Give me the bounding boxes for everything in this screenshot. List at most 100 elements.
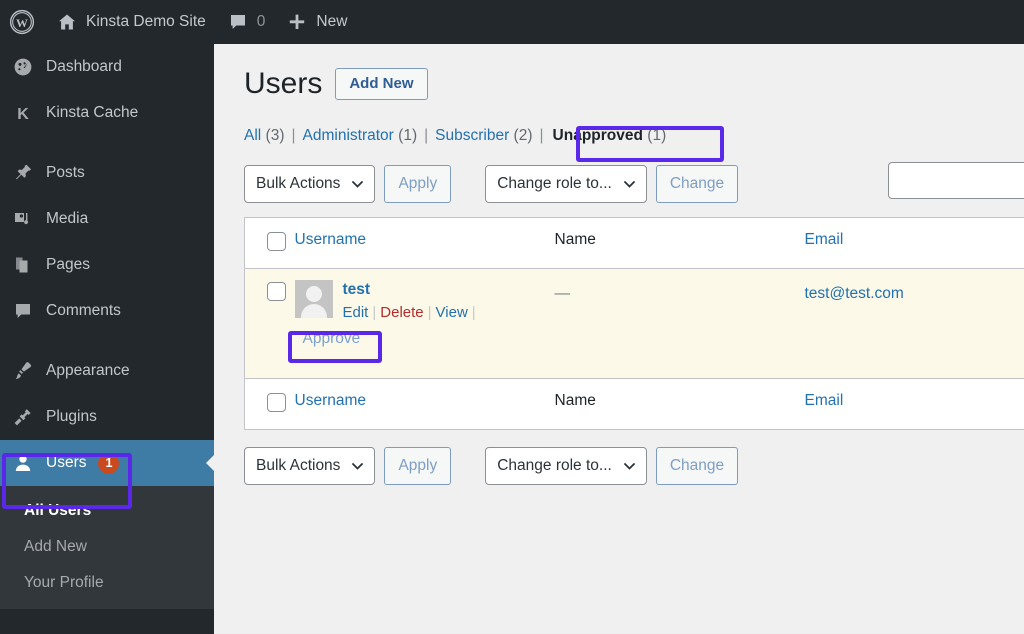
- users-table-foot: Username Name Email: [244, 378, 1024, 430]
- select-all-checkbox-bottom[interactable]: [267, 393, 286, 412]
- paintbrush-icon: [12, 360, 34, 382]
- main-content: Users Add New All (3) | Administrator (1…: [214, 44, 1024, 634]
- sidebar-item-label: Kinsta Cache: [46, 104, 139, 121]
- change-role-button-bottom[interactable]: Change: [655, 447, 739, 485]
- column-header-email: Email: [804, 217, 1024, 269]
- sidebar-item-appearance[interactable]: Appearance: [0, 348, 214, 394]
- filter-subscriber-count: (2): [513, 127, 533, 144]
- sidebar-item-label: Pages: [46, 256, 90, 273]
- filter-unapproved[interactable]: Unapproved (1): [553, 127, 667, 145]
- bulk-actions-select-bottom[interactable]: Bulk Actions: [244, 447, 376, 485]
- sidebar-item-label: Plugins: [46, 408, 97, 425]
- username-link[interactable]: test: [343, 280, 480, 300]
- kinsta-k-icon: K: [12, 102, 34, 124]
- submenu-item-all-users[interactable]: All Users: [0, 493, 214, 529]
- chevron-down-icon: [352, 181, 364, 188]
- filter-all-count: (3): [265, 127, 285, 144]
- sort-username-link-bottom[interactable]: Username: [295, 392, 367, 409]
- sort-email-link-bottom[interactable]: Email: [805, 392, 844, 409]
- row-name-cell: —: [555, 269, 805, 379]
- sidebar-item-label: Comments: [46, 302, 121, 319]
- column-name-label: Name: [554, 231, 596, 248]
- admin-bar: W Kinsta Demo Site 0 New: [0, 0, 1024, 44]
- sort-email-link[interactable]: Email: [805, 231, 844, 248]
- sidebar-separator: [0, 136, 214, 150]
- change-role-select-top[interactable]: Change role to...: [485, 165, 647, 203]
- user-avatar-placeholder-icon: [294, 280, 333, 318]
- sort-username-link[interactable]: Username: [295, 231, 367, 248]
- add-new-button[interactable]: Add New: [335, 68, 428, 100]
- site-name-label: Kinsta Demo Site: [86, 13, 206, 30]
- sidebar-item-plugins[interactable]: Plugins: [0, 394, 214, 440]
- search-input[interactable]: [888, 162, 1024, 199]
- sidebar-item-users[interactable]: Users 1: [0, 440, 215, 486]
- delete-link[interactable]: Delete: [380, 304, 423, 321]
- sidebar-separator: [0, 334, 214, 348]
- comments-button[interactable]: 0: [217, 0, 277, 44]
- filter-separator: |: [291, 127, 296, 144]
- submenu-item-your-profile[interactable]: Your Profile: [0, 565, 214, 601]
- plus-icon: [287, 12, 307, 32]
- column-header-username: Username: [294, 217, 555, 269]
- filter-administrator-link[interactable]: Administrator: [303, 127, 394, 144]
- filter-all[interactable]: All (3): [244, 127, 285, 145]
- filter-separator: |: [539, 127, 544, 144]
- filter-all-link[interactable]: All: [244, 127, 261, 144]
- bulk-actions-select-top[interactable]: Bulk Actions: [244, 165, 376, 203]
- row-email-cell: test@test.com: [805, 269, 1024, 379]
- page-header: Users Add New: [244, 66, 1024, 102]
- filter-separator: |: [424, 127, 429, 144]
- chevron-down-icon: [623, 463, 635, 470]
- svg-text:W: W: [16, 16, 28, 30]
- edit-link[interactable]: Edit: [343, 304, 369, 321]
- users-table: Username Name Email test Edit | Delete |…: [244, 217, 1024, 430]
- row-select-cell: [245, 269, 295, 379]
- column-footer-email: Email: [804, 378, 1024, 430]
- row-name-value: —: [554, 285, 571, 302]
- sidebar-item-label: Posts: [46, 164, 85, 181]
- filter-subscriber[interactable]: Subscriber (2): [435, 127, 532, 145]
- sidebar-item-pages[interactable]: Pages: [0, 242, 214, 288]
- user-icon: [12, 452, 34, 474]
- sidebar-item-media[interactable]: Media: [0, 196, 214, 242]
- filter-administrator-count: (1): [398, 127, 418, 144]
- home-icon: [57, 12, 77, 32]
- change-role-button-top[interactable]: Change: [655, 165, 739, 203]
- pin-icon: [12, 162, 34, 184]
- column-name-label-bottom: Name: [554, 392, 596, 409]
- column-header-name: Name: [554, 217, 805, 269]
- change-role-select-bottom[interactable]: Change role to...: [485, 447, 647, 485]
- column-footer-name: Name: [554, 378, 805, 430]
- select-all-header: [244, 217, 295, 269]
- apply-button-top[interactable]: Apply: [384, 165, 452, 203]
- view-link[interactable]: View: [436, 304, 468, 321]
- filter-subscriber-link[interactable]: Subscriber: [435, 127, 509, 144]
- chevron-down-icon: [352, 463, 364, 470]
- apply-button-bottom[interactable]: Apply: [384, 447, 452, 485]
- chevron-down-icon: [623, 181, 635, 188]
- sidebar-item-kinsta-cache[interactable]: K Kinsta Cache: [0, 90, 214, 136]
- select-all-checkbox-top[interactable]: [267, 232, 286, 251]
- wordpress-logo-icon: W: [9, 9, 35, 35]
- filter-unapproved-count: (1): [647, 127, 667, 144]
- sidebar-item-posts[interactable]: Posts: [0, 150, 214, 196]
- comment-bubble-icon: [228, 12, 248, 32]
- site-name-button[interactable]: Kinsta Demo Site: [46, 0, 217, 44]
- filter-administrator[interactable]: Administrator (1): [303, 127, 418, 145]
- sidebar-item-dashboard[interactable]: Dashboard: [0, 44, 214, 90]
- filter-unapproved-link[interactable]: Unapproved: [553, 127, 643, 144]
- sidebar-item-label: Media: [46, 210, 89, 227]
- new-content-button[interactable]: New: [276, 0, 358, 44]
- plug-icon: [12, 406, 34, 428]
- sidebar-item-comments[interactable]: Comments: [0, 288, 214, 334]
- table-footer-row: Username Name Email: [244, 378, 1024, 430]
- wordpress-logo-button[interactable]: W: [0, 0, 46, 44]
- comments-count: 0: [256, 13, 266, 30]
- media-icon: [12, 208, 34, 230]
- dashboard-gauge-icon: [12, 56, 34, 78]
- approve-link[interactable]: Approve: [303, 330, 361, 347]
- submenu-item-add-new[interactable]: Add New: [0, 529, 214, 565]
- row-checkbox[interactable]: [267, 282, 286, 301]
- row-email-link[interactable]: test@test.com: [805, 285, 904, 302]
- bulk-actions-value: Bulk Actions: [256, 175, 341, 192]
